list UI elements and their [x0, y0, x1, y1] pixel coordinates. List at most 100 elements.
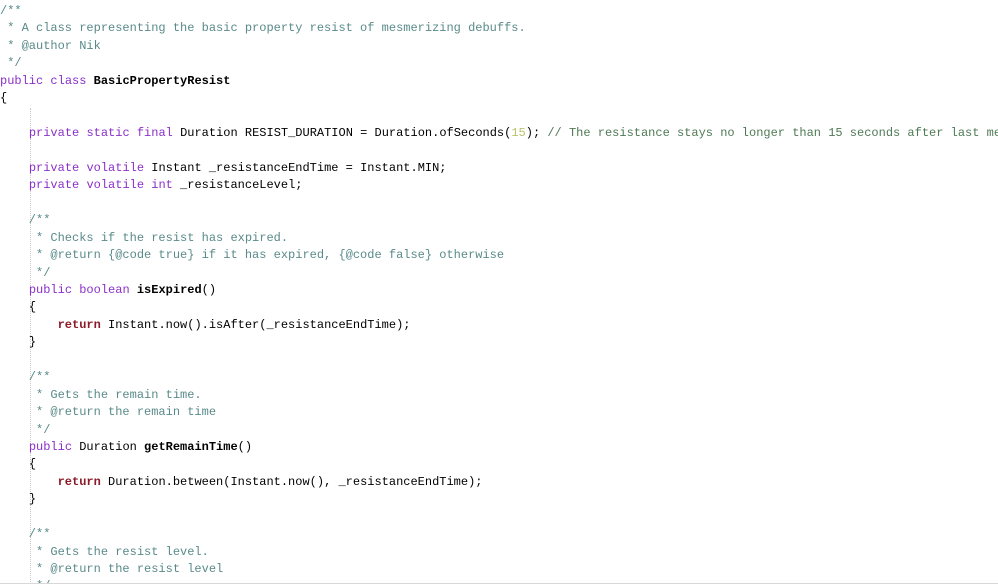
token-cmt: * @return {@code true} if it has expired…: [0, 248, 505, 263]
token-punc: (): [201, 283, 217, 297]
token-name: getRemainTime: [144, 439, 238, 454]
code-editor[interactable]: /** * A class representing the basic pro…: [0, 0, 998, 584]
code-line[interactable]: * @return the resist level: [0, 561, 998, 578]
token-cmt: * A class representing the basic propert…: [0, 21, 526, 36]
code-line[interactable]: * A class representing the basic propert…: [0, 20, 998, 37]
token-pln: [0, 492, 29, 506]
token-kw: boolean: [79, 283, 130, 297]
token-ret: return: [57, 317, 101, 332]
code-line[interactable]: /**: [0, 526, 998, 543]
code-line[interactable]: }: [0, 334, 998, 351]
token-pln: [130, 126, 137, 140]
token-cmt: /**: [0, 527, 51, 542]
token-kw: public: [28, 439, 73, 454]
code-line[interactable]: {: [0, 90, 998, 107]
code-line[interactable]: public class BasicPropertyResist: [0, 73, 998, 90]
token-pln: Duration.between(Instant.now(), _resista…: [100, 474, 483, 489]
token-cmt: */: [0, 56, 22, 71]
token-pln: [0, 283, 29, 297]
token-punc: {: [28, 300, 37, 315]
token-kw: class: [50, 73, 87, 88]
token-cmt: /**: [0, 370, 51, 385]
token-pln: );: [525, 126, 548, 141]
code-line[interactable]: * @return the remain time: [0, 404, 998, 421]
token-pln: Duration: [72, 439, 145, 454]
token-kw: public: [0, 73, 44, 88]
token-cmt: * @return the remain time: [0, 405, 217, 420]
code-line[interactable]: {: [0, 456, 998, 473]
code-line[interactable]: private volatile int _resistanceLevel;: [0, 177, 998, 194]
code-line[interactable]: {: [0, 299, 998, 316]
token-name: isExpired: [136, 283, 202, 297]
token-pln: _resistanceLevel;: [172, 178, 303, 193]
code-line[interactable]: * @return {@code true} if it has expired…: [0, 247, 998, 264]
token-pln: [0, 318, 58, 332]
code-line[interactable]: */: [0, 578, 998, 583]
token-cmt: * @return the resist level: [0, 562, 224, 576]
code-line[interactable]: [0, 108, 998, 125]
code-line[interactable]: public boolean isExpired(): [0, 282, 998, 299]
token-pln: Instant _resistanceEndTime = Instant.MIN…: [144, 160, 447, 175]
code-line[interactable]: private static final Duration RESIST_DUR…: [0, 125, 998, 142]
token-pln: [86, 74, 93, 88]
code-line[interactable]: */: [0, 265, 998, 282]
token-name: BasicPropertyResist: [93, 73, 231, 88]
token-cmt: * Gets the remain time.: [0, 387, 202, 402]
code-line[interactable]: */: [0, 55, 998, 72]
code-line[interactable]: * @author Nik: [0, 38, 998, 55]
code-line[interactable]: return Instant.now().isAfter(_resistance…: [0, 317, 998, 334]
code-line[interactable]: public Duration getRemainTime(): [0, 439, 998, 456]
code-line[interactable]: [0, 509, 998, 526]
token-kw: volatile: [86, 160, 145, 175]
token-pln: [0, 300, 29, 314]
token-cmt: */: [0, 265, 51, 280]
token-punc: }: [28, 492, 37, 507]
code-line[interactable]: /**: [0, 212, 998, 229]
token-cmt: * Gets the resist level.: [0, 544, 209, 559]
code-line[interactable]: [0, 195, 998, 212]
token-lcmt: // The resistance stays no longer than 1…: [547, 126, 998, 141]
code-line[interactable]: [0, 352, 998, 369]
token-pln: Instant.now().isAfter(_resistanceEndTime…: [100, 317, 411, 332]
token-cmt: * Checks if the resist has expired.: [0, 230, 289, 245]
code-text-area[interactable]: /** * A class representing the basic pro…: [0, 3, 998, 583]
token-cmt: /**: [0, 213, 51, 228]
code-line[interactable]: return Duration.between(Instant.now(), _…: [0, 474, 998, 491]
token-kw: final: [136, 126, 173, 141]
token-pln: [0, 161, 29, 175]
code-line[interactable]: * Gets the resist level.: [0, 544, 998, 561]
token-kw: public: [28, 283, 73, 297]
token-pln: [0, 126, 29, 140]
token-kw: volatile: [86, 178, 145, 193]
token-punc: {: [28, 457, 37, 472]
token-punc: {: [0, 91, 8, 106]
token-pln: Duration RESIST_DURATION = Duration.ofSe…: [172, 126, 512, 141]
code-line[interactable]: }: [0, 491, 998, 508]
token-pln: [130, 283, 137, 297]
token-ret: return: [57, 474, 101, 489]
token-punc: }: [28, 335, 37, 350]
token-kw: private: [28, 178, 80, 193]
token-cmt: * @author Nik: [0, 38, 101, 53]
token-kw: int: [151, 178, 173, 193]
token-kw: private: [28, 126, 80, 141]
code-line[interactable]: [0, 143, 998, 160]
token-pln: [0, 335, 29, 349]
code-line[interactable]: * Gets the remain time.: [0, 387, 998, 404]
token-cmt: /**: [0, 4, 22, 18]
token-cmt: */: [0, 579, 50, 583]
token-pln: [0, 440, 29, 454]
code-line[interactable]: /**: [0, 3, 998, 20]
code-line[interactable]: private volatile Instant _resistanceEndT…: [0, 160, 998, 177]
token-num: 15: [511, 126, 526, 141]
token-punc: (): [237, 439, 253, 454]
code-line[interactable]: */: [0, 422, 998, 439]
token-pln: [0, 178, 29, 192]
token-kw: static: [86, 126, 130, 141]
code-line[interactable]: * Checks if the resist has expired.: [0, 230, 998, 247]
token-pln: [0, 475, 58, 489]
token-pln: [0, 457, 29, 471]
token-cmt: */: [0, 422, 51, 437]
token-kw: private: [28, 160, 80, 175]
code-line[interactable]: /**: [0, 369, 998, 386]
